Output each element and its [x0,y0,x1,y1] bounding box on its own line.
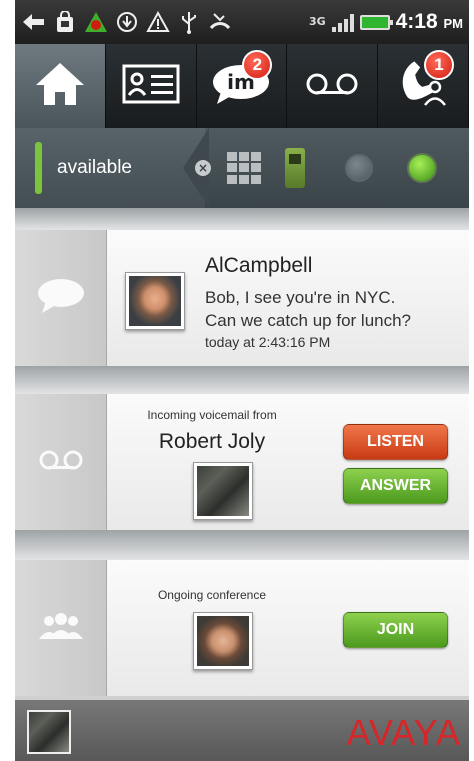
message-timestamp: today at 2:43:16 PM [205,334,331,350]
avatar-photo [197,466,249,516]
avatar [193,612,253,670]
status-time-ampm: PM [443,16,464,31]
separator [15,208,469,230]
answer-button[interactable]: ANSWER [343,468,448,504]
voicemail-card-body: Incoming voicemail from Robert Joly LIST… [107,394,469,530]
availability-label: available [57,157,132,178]
warning-icon [145,9,171,35]
message-card[interactable]: AlCampbell Bob, I see you're in NYC. Can… [15,230,469,366]
missed-call-icon [207,9,233,35]
listen-button[interactable]: LISTEN [343,424,448,460]
avaya-logo: AVAYA [346,712,461,753]
voicemail-icon [38,449,84,475]
close-icon[interactable]: × [195,160,211,176]
avaya-triangle-icon [83,9,109,35]
avatar [193,462,253,520]
tab-conference[interactable]: 1 [378,44,469,128]
voicemail-card-side [15,394,107,530]
contact-card-icon [122,64,180,108]
group-icon [35,611,87,645]
availability-status[interactable]: available [15,128,205,208]
mobile-phone-icon[interactable] [285,148,305,188]
voicemail-caption: Incoming voicemail from [147,408,277,422]
conference-card[interactable]: Ongoing conference JOIN [15,560,469,696]
app-frame: 3G 4:18 PM im 2 1 available × AlCampbell… [15,0,469,761]
conference-badge: 1 [423,50,454,80]
tab-im[interactable]: im 2 [196,44,288,128]
top-nav: im 2 1 [15,44,469,128]
bottom-bar: AVAYA [15,700,469,761]
dialpad-icon[interactable] [227,152,261,184]
status-bar: 3G 4:18 PM [15,0,469,44]
available-status-icon[interactable] [407,153,437,183]
home-icon [34,61,86,111]
message-sender: AlCampbell [205,254,313,277]
signal-strength-icon [331,12,354,32]
shopping-bag-icon [52,9,78,35]
availability-bar: available × [15,128,469,208]
tab-contacts[interactable] [105,44,197,128]
voicemail-icon [304,72,360,100]
status-time: 4:18 PM [396,10,463,34]
network-type: 3G [308,15,326,28]
conference-card-body: Ongoing conference JOIN [107,560,469,696]
availability-options: × [195,128,469,208]
download-icon [114,9,140,35]
busy-status-icon[interactable] [345,154,373,182]
conference-card-side [15,560,107,696]
tab-home[interactable] [15,44,106,128]
tab-voicemail[interactable] [287,44,379,128]
battery-icon [359,14,393,30]
message-text: Bob, I see you're in NYC. Can we catch u… [205,286,455,332]
avatar-photo [129,276,181,326]
message-card-side [15,230,107,366]
usb-icon [176,9,202,35]
status-time-value: 4:18 [395,10,438,33]
separator [15,366,469,394]
conference-caption: Ongoing conference [157,588,267,602]
back-arrow-icon [21,9,47,35]
message-text-line2: Can we catch up for lunch? [205,311,412,330]
separator [15,530,469,560]
availability-indicator [35,142,42,194]
join-button[interactable]: JOIN [343,612,448,648]
voicemail-card[interactable]: Incoming voicemail from Robert Joly LIST… [15,394,469,530]
message-text-line1: Bob, I see you're in NYC. [205,288,396,307]
voicemail-caller: Robert Joly [158,430,266,453]
chat-bubble-icon [36,277,86,319]
user-avatar-thumbnail[interactable] [27,710,71,754]
avatar-photo [197,616,249,666]
message-card-body: AlCampbell Bob, I see you're in NYC. Can… [107,230,469,366]
avatar [125,272,185,330]
